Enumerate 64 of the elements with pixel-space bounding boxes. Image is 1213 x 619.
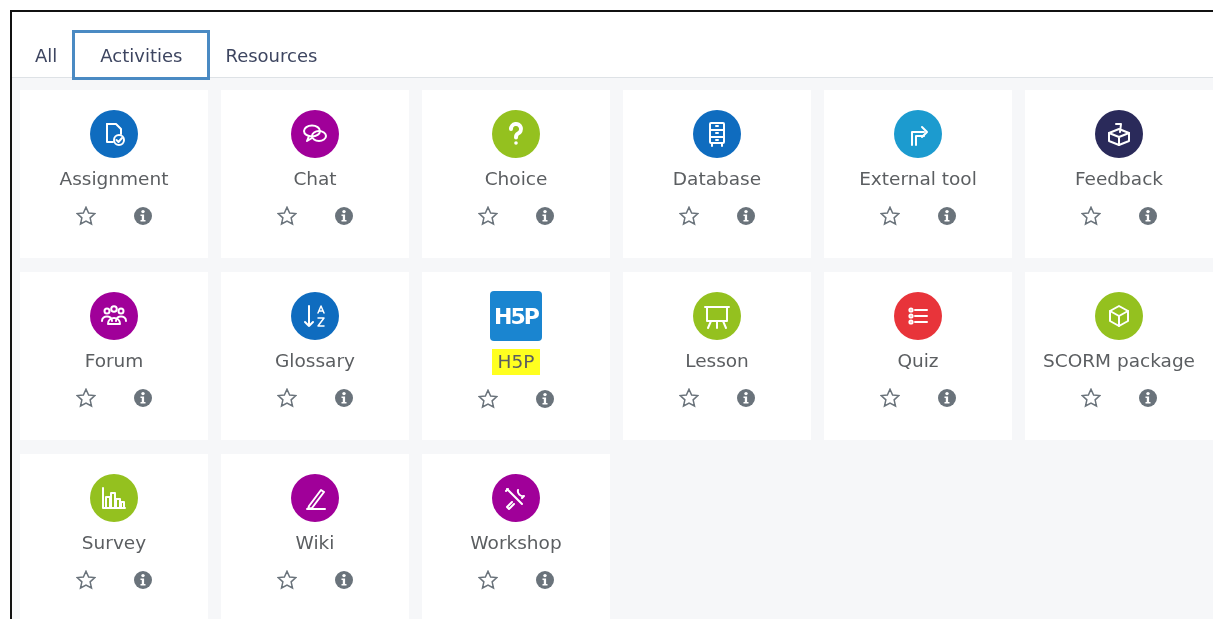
- activity-card[interactable]: Assignment: [20, 90, 208, 258]
- info-icon[interactable]: [1139, 389, 1157, 407]
- h5p-logo: H5P: [490, 291, 542, 341]
- star-icon[interactable]: [679, 206, 699, 226]
- star-icon[interactable]: [277, 206, 297, 226]
- activity-name[interactable]: Wiki: [289, 530, 341, 556]
- activity-card[interactable]: Workshop: [422, 454, 610, 619]
- activity-name[interactable]: Glossary: [269, 348, 361, 374]
- activity-name[interactable]: Feedback: [1068, 166, 1170, 192]
- activity-name[interactable]: External tool: [853, 166, 983, 192]
- info-icon[interactable]: [335, 389, 353, 407]
- activity-name[interactable]: Chat: [287, 166, 343, 192]
- info-icon[interactable]: [134, 571, 152, 589]
- activity-name[interactable]: Lesson: [679, 348, 755, 374]
- activity-card[interactable]: Chat: [221, 90, 409, 258]
- activity-card[interactable]: Wiki: [221, 454, 409, 619]
- activity-card[interactable]: Choice: [422, 90, 610, 258]
- activity-card[interactable]: External tool: [824, 90, 1012, 258]
- star-icon[interactable]: [277, 388, 297, 408]
- info-icon[interactable]: [536, 207, 554, 225]
- activity-name[interactable]: Assignment: [53, 166, 175, 192]
- info-icon[interactable]: [536, 390, 554, 408]
- activity-name[interactable]: SCORM package: [1037, 348, 1201, 374]
- star-icon[interactable]: [478, 389, 498, 409]
- tab[interactable]: Resources: [210, 30, 333, 80]
- info-icon[interactable]: [536, 571, 554, 589]
- activity-name[interactable]: Choice: [478, 166, 554, 192]
- activity-name[interactable]: Workshop: [464, 530, 568, 556]
- star-icon[interactable]: [1081, 206, 1101, 226]
- tab[interactable]: Activities: [72, 30, 211, 80]
- activity-name[interactable]: Quiz: [891, 348, 945, 374]
- star-icon[interactable]: [76, 388, 96, 408]
- info-icon[interactable]: [134, 389, 152, 407]
- activity-name[interactable]: Forum: [78, 348, 150, 374]
- activity-card[interactable]: Glossary: [221, 272, 409, 440]
- info-icon[interactable]: [335, 207, 353, 225]
- activity-card[interactable]: Feedback: [1025, 90, 1213, 258]
- star-icon[interactable]: [76, 206, 96, 226]
- activity-card[interactable]: Database: [623, 90, 811, 258]
- star-icon[interactable]: [679, 388, 699, 408]
- info-icon[interactable]: [737, 207, 755, 225]
- highlighted-activity-name[interactable]: H5P: [491, 349, 541, 375]
- star-icon[interactable]: [1081, 388, 1101, 408]
- star-icon[interactable]: [277, 570, 297, 590]
- info-icon[interactable]: [938, 389, 956, 407]
- star-icon[interactable]: [478, 570, 498, 590]
- activity-card[interactable]: Forum: [20, 272, 208, 440]
- tab[interactable]: All: [22, 30, 73, 80]
- activity-card[interactable]: SCORM package: [1025, 272, 1213, 440]
- info-icon[interactable]: [938, 207, 956, 225]
- star-icon[interactable]: [880, 388, 900, 408]
- star-icon[interactable]: [76, 570, 96, 590]
- activity-card[interactable]: Quiz: [824, 272, 1012, 440]
- info-icon[interactable]: [134, 207, 152, 225]
- activity-card[interactable]: H5P H5P: [422, 272, 610, 440]
- info-icon[interactable]: [335, 571, 353, 589]
- activity-name[interactable]: Database: [666, 166, 768, 192]
- star-icon[interactable]: [478, 206, 498, 226]
- activity-card[interactable]: Lesson: [623, 272, 811, 440]
- info-icon[interactable]: [737, 389, 755, 407]
- activity-name[interactable]: Survey: [75, 530, 153, 556]
- activity-card[interactable]: Survey: [20, 454, 208, 619]
- info-icon[interactable]: [1139, 207, 1157, 225]
- star-icon[interactable]: [880, 206, 900, 226]
